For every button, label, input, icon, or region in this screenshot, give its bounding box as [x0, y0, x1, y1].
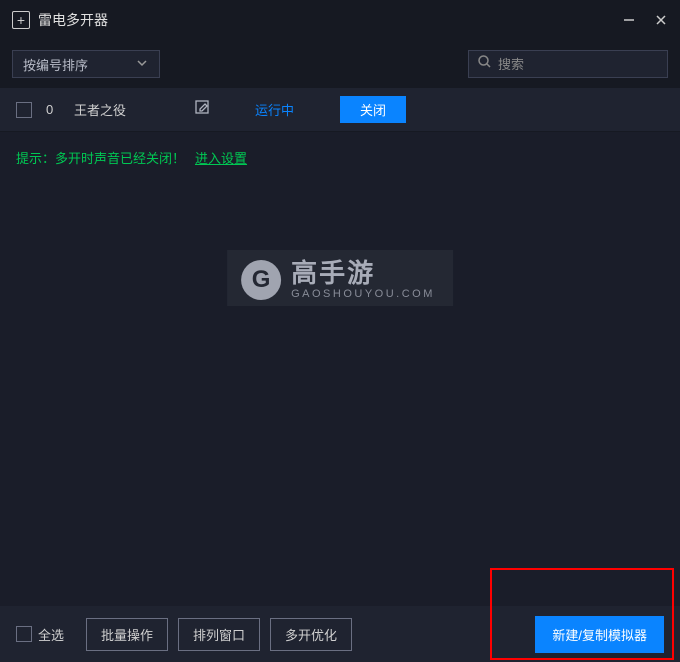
bottombar: 全选 批量操作 排列窗口 多开优化 新建/复制模拟器	[0, 606, 680, 662]
toolbar: 按编号排序	[0, 40, 680, 88]
minimize-button[interactable]	[622, 13, 636, 27]
arrange-windows-button[interactable]: 排列窗口	[178, 618, 260, 651]
sort-dropdown[interactable]: 按编号排序	[12, 50, 160, 78]
instance-row: 0 王者之役 运行中 关闭	[0, 88, 680, 132]
instance-name: 王者之役	[74, 100, 194, 119]
sort-label: 按编号排序	[23, 55, 88, 74]
search-input[interactable]	[498, 57, 659, 72]
watermark-en: GAOSHOUYOU.COM	[291, 288, 435, 300]
watermark-logo-icon: G	[241, 260, 281, 300]
hint-row: 提示：多开时声音已经关闭！ 进入设置	[0, 132, 680, 183]
instance-close-button[interactable]: 关闭	[340, 96, 406, 123]
edit-icon[interactable]	[194, 99, 211, 121]
watermark-cn: 高手游	[291, 260, 435, 286]
select-all-checkbox[interactable]	[16, 626, 32, 642]
titlebar-left: + 雷电多开器	[12, 10, 108, 30]
app-icon: +	[12, 11, 30, 29]
hint-settings-link[interactable]: 进入设置	[195, 148, 247, 167]
select-all-label: 全选	[38, 625, 64, 644]
titlebar: + 雷电多开器	[0, 0, 680, 40]
instance-index: 0	[46, 102, 60, 117]
new-copy-emulator-button[interactable]: 新建/复制模拟器	[535, 616, 664, 653]
instance-checkbox[interactable]	[16, 102, 32, 118]
window-controls	[622, 13, 668, 27]
close-button[interactable]	[654, 13, 668, 27]
batch-ops-button[interactable]: 批量操作	[86, 618, 168, 651]
watermark: G 高手游 GAOSHOUYOU.COM	[227, 250, 453, 306]
app-title: 雷电多开器	[38, 10, 108, 30]
search-box[interactable]	[468, 50, 668, 78]
hint-text: 提示：多开时声音已经关闭！	[16, 148, 185, 167]
chevron-down-icon	[135, 56, 149, 73]
watermark-text: 高手游 GAOSHOUYOU.COM	[291, 260, 435, 300]
search-icon	[477, 54, 492, 74]
instance-status: 运行中	[255, 100, 294, 119]
multi-optimize-button[interactable]: 多开优化	[270, 618, 352, 651]
select-all-group: 全选	[16, 625, 64, 644]
